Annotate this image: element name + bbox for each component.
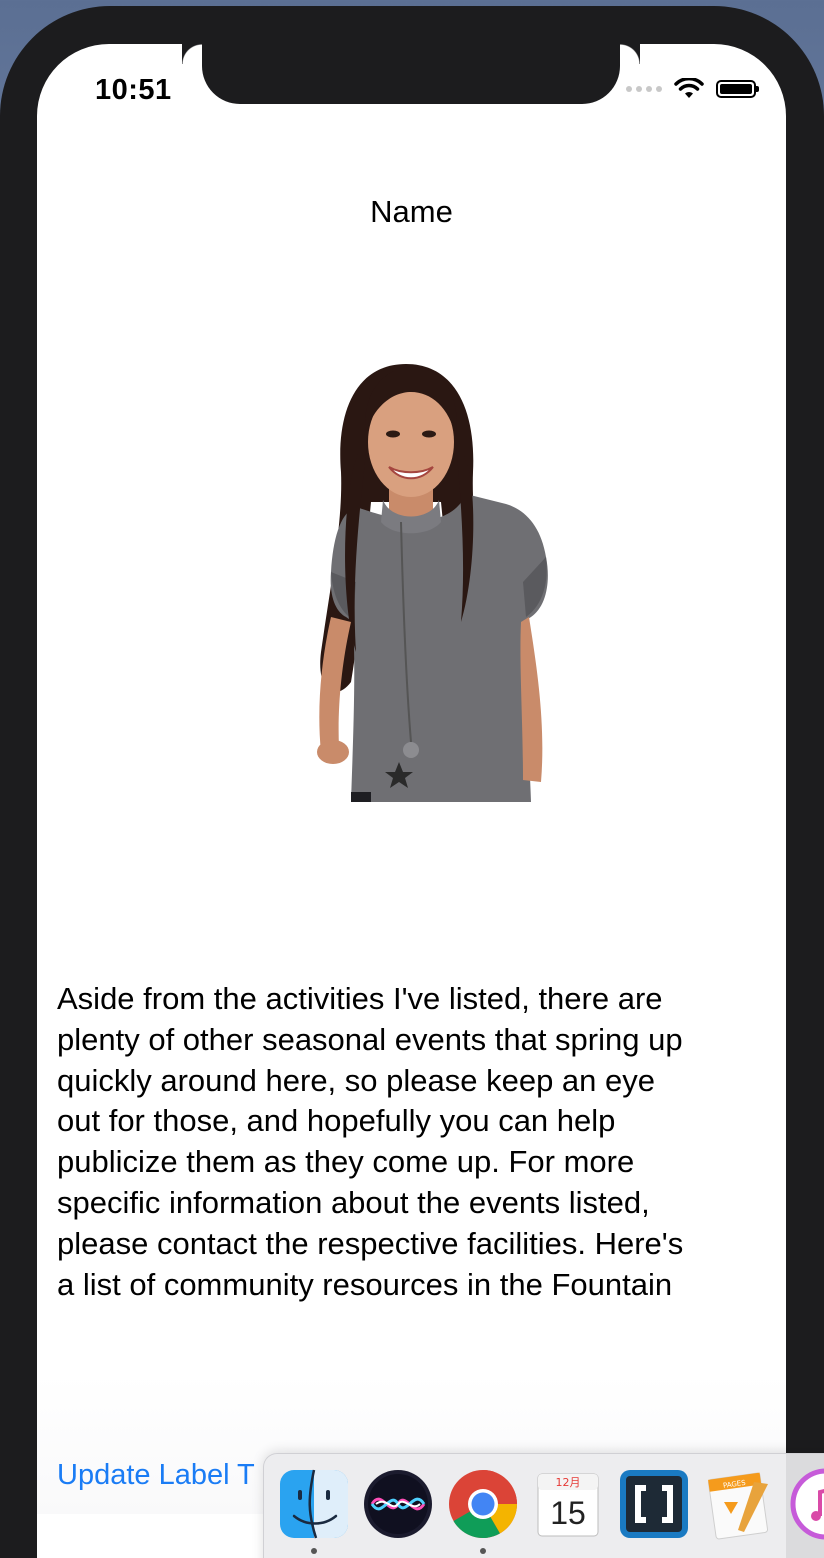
battery-icon	[716, 80, 759, 98]
itunes-icon	[790, 1468, 824, 1540]
dock-finder[interactable]	[278, 1468, 350, 1540]
cellular-signal-icon	[626, 86, 662, 92]
finder-running-indicator	[311, 1548, 317, 1554]
dock-siri[interactable]	[362, 1468, 434, 1540]
dock-calendar[interactable]: 12月 15	[532, 1468, 604, 1540]
calendar-month: 12月	[556, 1476, 581, 1489]
description-text: Aside from the activities I've listed, t…	[57, 981, 684, 1302]
chrome-icon	[449, 1470, 517, 1538]
status-icons	[626, 78, 759, 100]
dock-itunes[interactable]	[790, 1468, 824, 1540]
macos-dock: 12月 15 PAGES	[263, 1453, 824, 1558]
pages-icon: PAGES	[707, 1472, 769, 1540]
dock-pages[interactable]: PAGES	[704, 1468, 776, 1540]
phone-screen: 10:51 Name Aside from the activities I'v…	[37, 44, 786, 1558]
phone-notch	[202, 44, 640, 104]
status-time: 10:51	[95, 74, 172, 106]
dock-brackets[interactable]	[618, 1468, 690, 1540]
name-label: Name	[370, 194, 453, 229]
wifi-icon	[674, 78, 704, 98]
chrome-running-indicator	[480, 1548, 486, 1554]
calendar-day: 15	[550, 1495, 586, 1531]
calendar-icon: 12月 15	[537, 1473, 599, 1537]
siri-icon	[364, 1470, 432, 1538]
profile-photo	[317, 364, 548, 802]
dock-chrome[interactable]	[447, 1468, 519, 1540]
update-label-button[interactable]: Update Label T	[57, 1459, 255, 1492]
brackets-icon	[620, 1470, 688, 1538]
finder-icon	[280, 1469, 348, 1539]
